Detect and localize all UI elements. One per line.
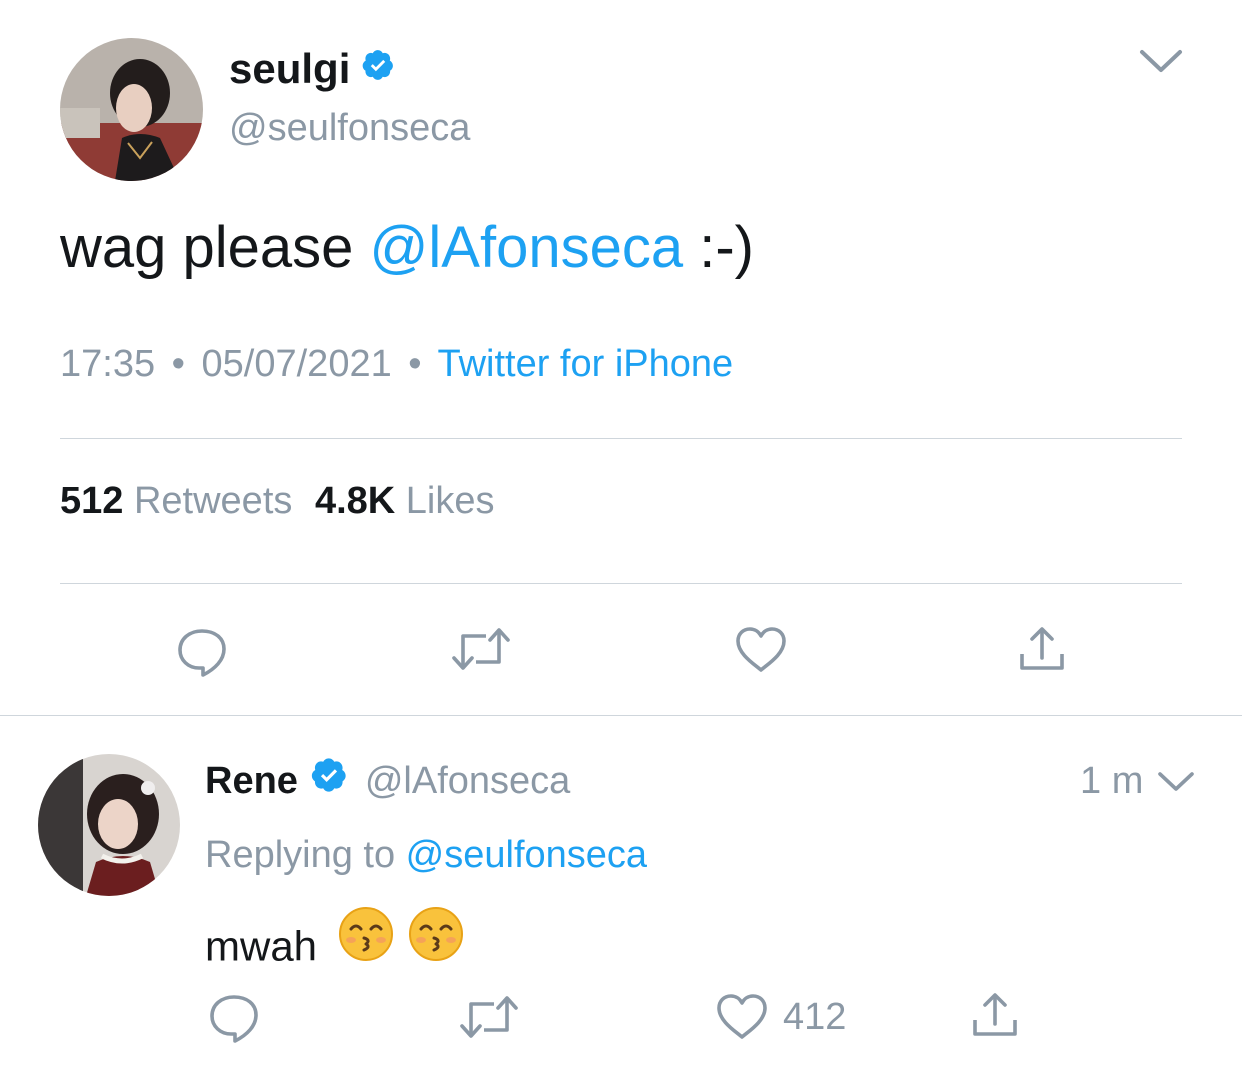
likes-label: Likes <box>405 480 495 522</box>
main-handle[interactable]: @seulfonseca <box>229 106 470 150</box>
kissing-face-emoji <box>338 906 394 987</box>
reply-time: 1 m <box>1080 760 1144 802</box>
reply-retweet-icon[interactable] <box>458 992 520 1042</box>
tweet-text-prefix: wag please <box>60 215 370 280</box>
tweet-text: wag please @lAfonseca :-) <box>60 214 754 282</box>
tweet-text-suffix: :-) <box>683 215 754 280</box>
retweets-label: Retweets <box>133 480 293 522</box>
reply-text-row: mwah <box>205 906 464 970</box>
meta-separator: • <box>408 343 422 385</box>
reply-icon[interactable] <box>175 624 229 678</box>
retweets-count: 512 <box>60 480 124 522</box>
reply-like-count: 412 <box>783 996 847 1038</box>
likes-stat[interactable]: 4.8K Likes <box>315 480 495 522</box>
tweet-meta: 17:35 • 05/07/2021 • Twitter for iPhone <box>60 341 733 387</box>
chevron-down-icon[interactable] <box>1138 44 1184 78</box>
reply-like-icon[interactable] <box>715 993 769 1041</box>
tweet-mention-link[interactable]: @lAfonseca <box>370 215 684 280</box>
reply-text: mwah <box>205 922 318 970</box>
main-display-name[interactable]: seulgi <box>229 45 350 92</box>
divider <box>60 438 1182 439</box>
reply-reply-icon[interactable] <box>207 990 261 1044</box>
verified-icon <box>361 48 395 103</box>
retweet-icon[interactable] <box>450 624 512 674</box>
retweets-stat[interactable]: 512 Retweets <box>60 480 303 522</box>
main-avatar[interactable] <box>60 38 203 181</box>
reply-chevron-down-icon[interactable] <box>1156 768 1196 796</box>
replying-to-link[interactable]: @seulfonseca <box>406 834 647 876</box>
tweet-time: 17:35 <box>60 343 156 385</box>
meta-separator: • <box>171 343 185 385</box>
reply-header: Rene @lAfonseca <box>205 756 570 806</box>
reply-avatar[interactable] <box>38 754 180 896</box>
section-divider <box>0 715 1242 716</box>
like-icon[interactable] <box>734 626 788 674</box>
tweet-source-link[interactable]: Twitter for iPhone <box>437 343 733 385</box>
reply-share-icon[interactable] <box>970 990 1020 1040</box>
divider <box>60 583 1182 584</box>
kissing-face-emoji <box>408 906 464 987</box>
replying-to-label: Replying to <box>205 834 406 876</box>
verified-icon <box>310 756 348 815</box>
share-icon[interactable] <box>1017 624 1067 674</box>
tweet-date: 05/07/2021 <box>201 343 392 385</box>
reply-handle[interactable]: @lAfonseca <box>365 760 570 802</box>
replying-to-line: Replying to @seulfonseca <box>205 832 647 878</box>
tweet-stats: 512 Retweets 4.8K Likes <box>60 478 495 524</box>
main-display-name-row: seulgi <box>229 44 395 94</box>
likes-count: 4.8K <box>314 480 396 522</box>
reply-display-name[interactable]: Rene <box>205 760 298 802</box>
